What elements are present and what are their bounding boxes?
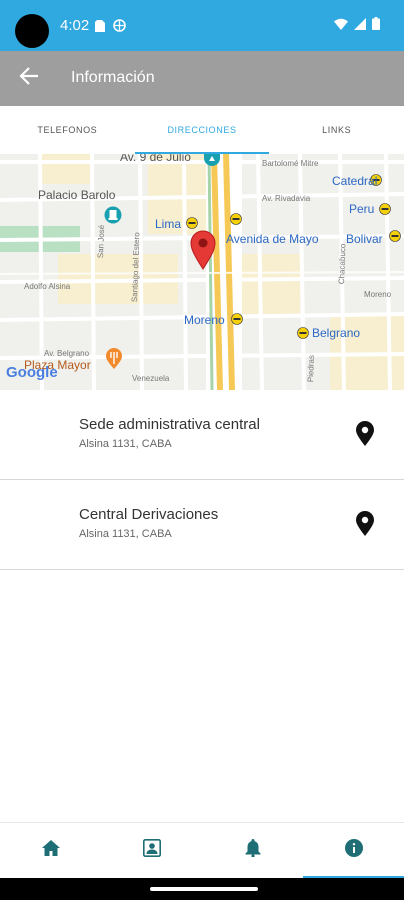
nav-notifications[interactable] xyxy=(202,823,303,878)
map-label: Av. 9 de Julio xyxy=(120,154,191,164)
map-label: Piedras xyxy=(306,354,316,383)
map-label: Chacabuco xyxy=(337,243,348,285)
address-item[interactable]: Sede administrativa central Alsina 1131,… xyxy=(0,390,404,480)
gesture-bar xyxy=(0,878,404,900)
map-label: Moreno xyxy=(364,290,392,299)
address-name: Central Derivaciones xyxy=(79,506,219,523)
tab-links[interactable]: LINKS xyxy=(269,106,404,154)
vpn-globe-icon xyxy=(113,19,126,37)
map-label: Lima xyxy=(155,217,182,231)
map-view[interactable]: Av. 9 de Julio Bartolomé Mitre Palacio B… xyxy=(0,154,404,390)
tab-telefonos[interactable]: TELEFONOS xyxy=(0,106,135,154)
wifi-icon xyxy=(334,17,348,35)
google-logo: Google xyxy=(6,364,58,381)
nav-contacts[interactable] xyxy=(101,823,202,878)
map-label: Adolfo Alsina xyxy=(24,282,71,291)
nav-info[interactable] xyxy=(303,823,404,878)
map-label: Av. Rivadavia xyxy=(262,194,311,203)
address-detail: Alsina 1131, CABA xyxy=(79,438,172,450)
nav-home[interactable] xyxy=(0,823,101,878)
status-time: 4:02 xyxy=(60,17,90,34)
app-bar: Información xyxy=(0,51,404,106)
map-label: Bolivar xyxy=(346,232,383,246)
camera-cutout xyxy=(15,14,49,48)
back-button[interactable] xyxy=(12,61,46,95)
map-label: Moreno xyxy=(184,313,225,327)
address-detail: Alsina 1131, CABA xyxy=(79,528,172,540)
bell-icon xyxy=(245,839,261,862)
location-pin-icon[interactable] xyxy=(354,511,376,537)
sim-card-icon xyxy=(95,19,105,37)
map-label: Belgrano xyxy=(312,326,361,340)
address-name: Sede administrativa central xyxy=(79,416,260,433)
cell-signal-icon xyxy=(354,17,366,35)
info-icon xyxy=(344,839,363,862)
home-icon xyxy=(41,840,60,861)
map-label: Avenida de Mayo xyxy=(226,232,319,246)
arrow-back-icon xyxy=(19,66,39,91)
bottom-navigation xyxy=(0,822,404,878)
map-label: Bartolomé Mitre xyxy=(262,159,319,168)
address-item[interactable]: Central Derivaciones Alsina 1131, CABA xyxy=(0,480,404,570)
page-title: Información xyxy=(71,69,155,86)
map-label: Palacio Barolo xyxy=(38,188,116,202)
location-pin-icon[interactable] xyxy=(354,421,376,447)
address-list: Sede administrativa central Alsina 1131,… xyxy=(0,390,404,570)
tab-bar: TELEFONOS DIRECCIONES LINKS xyxy=(0,106,404,154)
home-gesture-handle[interactable] xyxy=(150,887,258,891)
map-label: Venezuela xyxy=(132,374,170,383)
map-label: Peru xyxy=(349,202,375,216)
tab-direcciones[interactable]: DIRECCIONES xyxy=(134,106,270,154)
map-label: San José xyxy=(96,224,107,259)
battery-icon xyxy=(372,17,380,35)
status-bar: 4:02 xyxy=(0,0,404,51)
map-label: Av. Belgrano xyxy=(44,349,90,358)
contact-icon xyxy=(142,839,161,862)
map-label: Catedral xyxy=(332,174,378,188)
